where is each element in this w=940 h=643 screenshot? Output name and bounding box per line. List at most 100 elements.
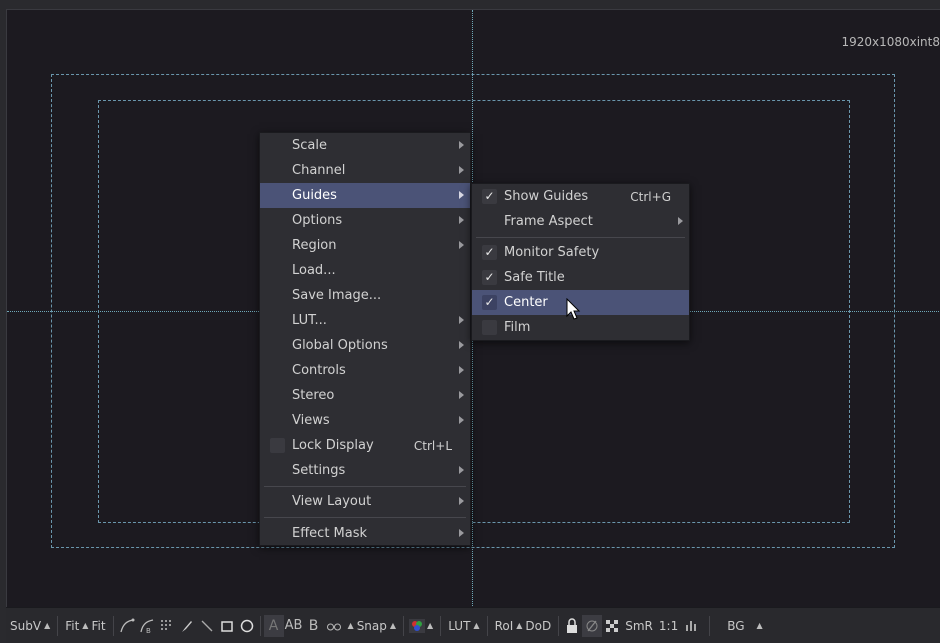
viewer-context-menu: Scale Channel Guides Options Region Load… [259,132,471,546]
menu-item-label: Load... [292,263,336,278]
menu-item-lut[interactable]: LUT... [260,308,470,333]
menu-item-label: Show Guides [504,189,589,204]
menu-item-label: Stereo [292,388,335,403]
up-arrow-icon: ▲ [427,621,434,630]
menu-item-safe-title[interactable]: ✓ Safe Title [472,265,689,290]
menu-item-monitor-safety[interactable]: ✓ Monitor Safety [472,240,689,265]
buffer-a-button[interactable]: A [263,614,284,637]
fit-label: Fit [65,618,80,633]
toolbar-divider [709,615,711,636]
menu-item-label: Effect Mask [292,526,368,541]
menu-item-scale[interactable]: Scale [260,133,470,158]
menu-item-show-guides[interactable]: ✓ Show Guides Ctrl+G [472,184,689,209]
menu-item-options[interactable]: Options [260,208,470,233]
paint-brush-icon[interactable] [177,615,197,637]
buffer-ab-button[interactable]: AB [284,615,304,637]
up-arrow-icon: ▲ [347,621,354,630]
submenu-arrow-icon [459,529,464,537]
menu-item-views[interactable]: Views [260,408,470,433]
buffer-b-button[interactable]: B [304,615,324,637]
polyline-icon[interactable] [117,615,137,637]
toolbar-divider [558,615,560,636]
snap-label: Snap [356,618,387,633]
fit-label-2: Fit [91,618,106,633]
menu-separator [264,517,466,518]
menu-item-lock-display[interactable]: Lock Display Ctrl+L [260,433,470,458]
viewer-toolbar: SubV ▲ Fit ▲ Fit B A AB B ▲ Snap ▲ ▲ LUT ▲ RoI… [6,607,940,643]
snap-button[interactable]: ▲ Snap ▲ [344,615,401,637]
smr-button[interactable]: SmR [622,615,656,637]
menu-item-label: Film [504,320,531,335]
lock-icon[interactable] [562,615,582,637]
menu-item-label: Controls [292,363,346,378]
menu-item-controls[interactable]: Controls [260,358,470,383]
up-arrow-icon: ▲ [516,621,523,630]
lut-label: LUT [448,618,471,633]
menu-item-label: Options [292,213,343,228]
subview-label: SubV [10,618,42,633]
menu-item-label: Safe Title [504,270,565,285]
bspline-icon[interactable]: B [137,615,157,637]
submenu-arrow-icon [459,241,464,249]
grid-icon[interactable] [157,615,177,637]
menu-separator [264,486,466,487]
submenu-arrow-icon [459,466,464,474]
menu-item-effect-mask[interactable]: Effect Mask [260,521,470,546]
stereo-glasses-icon[interactable] [324,615,344,637]
color-channel-icon[interactable] [407,615,427,637]
checker-icon[interactable] [602,615,622,637]
menu-item-label: Frame Aspect [504,214,593,229]
menu-item-label: Center [504,295,548,310]
menu-item-settings[interactable]: Settings [260,458,470,483]
lut-button[interactable]: LUT ▲ [444,615,483,637]
check-icon: ✓ [482,270,497,285]
slash-icon[interactable] [582,614,603,637]
bg-button[interactable]: BG ▲ [723,615,766,637]
submenu-arrow-icon [459,166,464,174]
up-arrow-icon: ▲ [389,621,397,630]
bg-label: BG [727,618,745,633]
menu-item-region[interactable]: Region [260,233,470,258]
toolbar-divider [486,615,488,636]
menu-item-view-layout[interactable]: View Layout [260,489,470,514]
menu-item-stereo[interactable]: Stereo [260,383,470,408]
film-checkbox[interactable] [482,320,497,335]
menu-item-label: Guides [292,188,337,203]
ratio-button[interactable]: 1:1 [656,615,681,637]
ellipse-icon[interactable] [237,615,257,637]
resolution-label: 1920x1080xint8 [841,35,940,49]
menu-item-channel[interactable]: Channel [260,158,470,183]
roi-button[interactable]: RoI ▲ DoD [491,615,556,637]
check-icon: ✓ [482,295,497,310]
toolbar-divider [57,615,59,636]
up-arrow-icon: ▲ [756,621,763,630]
fit-button[interactable]: Fit ▲ Fit [61,615,109,637]
toolbar-divider [259,615,261,636]
menu-item-label: Global Options [292,338,388,353]
menu-item-load[interactable]: Load... [260,258,470,283]
levels-icon[interactable] [681,615,701,637]
menu-item-label: Scale [292,138,327,153]
submenu-arrow-icon [459,366,464,374]
menu-item-label: LUT... [292,313,327,328]
menu-item-save-image[interactable]: Save Image... [260,283,470,308]
mouse-cursor-icon [566,298,581,320]
up-arrow-icon: ▲ [82,621,89,630]
svg-text:B: B [146,627,151,634]
app-frame: 1920x1080xint8 Scale Channel Guides Opti… [0,0,940,643]
menu-item-guides[interactable]: Guides [260,183,470,208]
submenu-arrow-icon [459,216,464,224]
menu-item-label: Channel [292,163,346,178]
menu-item-global-options[interactable]: Global Options [260,333,470,358]
submenu-arrow-icon [459,141,464,149]
submenu-arrow-icon [459,497,464,505]
rectangle-icon[interactable] [217,615,237,637]
menu-item-label: Save Image... [292,288,382,303]
menu-item-frame-aspect[interactable]: Frame Aspect [472,209,689,234]
wand-icon[interactable] [197,615,217,637]
subview-button[interactable]: SubV ▲ [6,615,54,637]
menu-item-shortcut: Ctrl+G [630,189,671,204]
submenu-arrow-icon [678,217,683,225]
toolbar-divider [440,615,442,636]
lock-display-checkbox[interactable] [270,438,285,453]
